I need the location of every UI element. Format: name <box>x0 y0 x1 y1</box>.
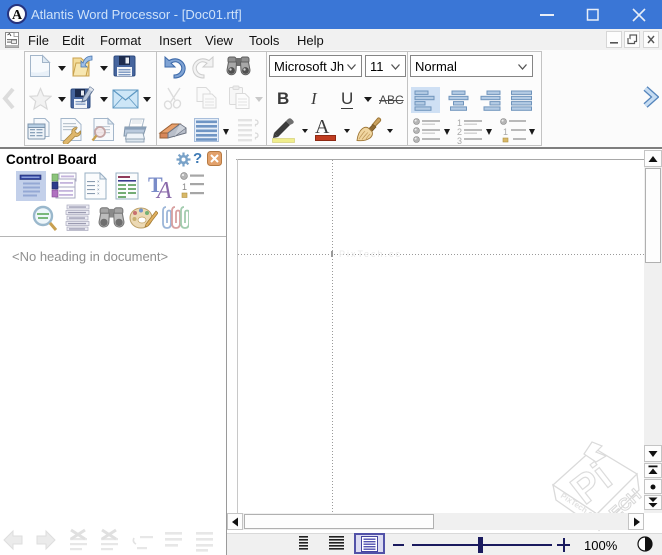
svg-text:3: 3 <box>457 136 462 144</box>
svg-text:A: A <box>12 8 23 23</box>
svg-text:1: 1 <box>182 182 187 192</box>
svg-text:A: A <box>155 178 172 200</box>
svg-text:1: 1 <box>503 127 508 137</box>
svg-text:×: × <box>97 191 100 196</box>
